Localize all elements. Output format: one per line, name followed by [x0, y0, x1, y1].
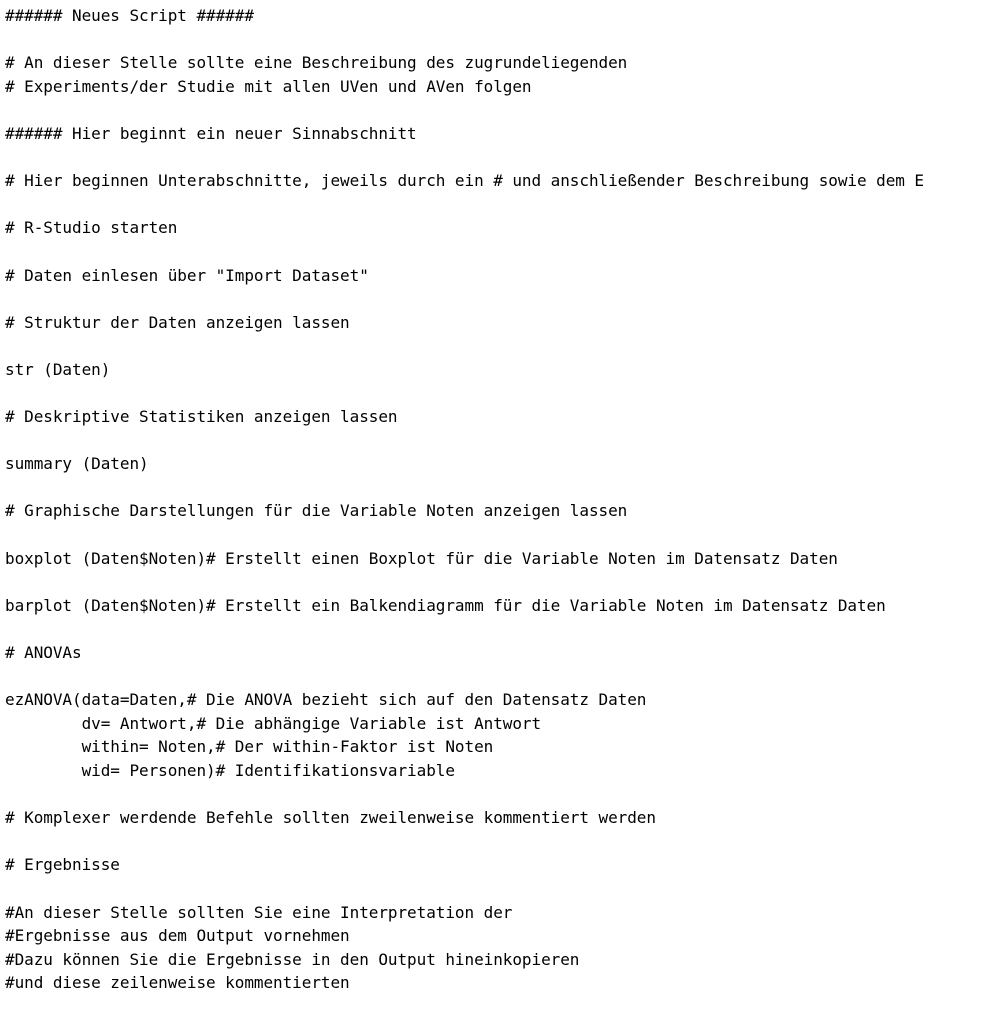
code-line[interactable]: within= Noten,# Der within-Faktor ist No…: [5, 735, 1003, 759]
code-line[interactable]: boxplot (Daten$Noten)# Erstellt einen Bo…: [5, 547, 1003, 571]
code-line[interactable]: # R-Studio starten: [5, 216, 1003, 240]
code-line[interactable]: summary (Daten): [5, 452, 1003, 476]
code-line[interactable]: barplot (Daten$Noten)# Erstellt ein Balk…: [5, 594, 1003, 618]
code-line[interactable]: ###### Neues Script ######: [5, 4, 1003, 28]
code-line[interactable]: #Ergebnisse aus dem Output vornehmen: [5, 924, 1003, 948]
code-line[interactable]: [5, 193, 1003, 217]
code-line[interactable]: [5, 98, 1003, 122]
code-line[interactable]: [5, 617, 1003, 641]
code-line[interactable]: #An dieser Stelle sollten Sie eine Inter…: [5, 901, 1003, 925]
code-line[interactable]: # Struktur der Daten anzeigen lassen: [5, 311, 1003, 335]
code-line[interactable]: [5, 287, 1003, 311]
code-line[interactable]: [5, 877, 1003, 901]
code-line[interactable]: wid= Personen)# Identifikationsvariable: [5, 759, 1003, 783]
code-line[interactable]: dv= Antwort,# Die abhängige Variable ist…: [5, 712, 1003, 736]
code-line[interactable]: [5, 429, 1003, 453]
code-line[interactable]: # Graphische Darstellungen für die Varia…: [5, 499, 1003, 523]
code-line[interactable]: [5, 240, 1003, 264]
code-line[interactable]: # Hier beginnen Unterabschnitte, jeweils…: [5, 169, 1003, 193]
code-line[interactable]: # Komplexer werdende Befehle sollten zwe…: [5, 806, 1003, 830]
code-line[interactable]: [5, 783, 1003, 807]
code-line[interactable]: [5, 28, 1003, 52]
code-line[interactable]: [5, 830, 1003, 854]
code-line[interactable]: [5, 382, 1003, 406]
code-line[interactable]: # Daten einlesen über "Import Dataset": [5, 264, 1003, 288]
code-line[interactable]: # Deskriptive Statistiken anzeigen lasse…: [5, 405, 1003, 429]
script-editor[interactable]: ###### Neues Script ###### # An dieser S…: [0, 0, 1003, 1013]
code-line[interactable]: [5, 570, 1003, 594]
code-line[interactable]: ###### Hier beginnt ein neuer Sinnabschn…: [5, 122, 1003, 146]
code-line[interactable]: [5, 523, 1003, 547]
code-line[interactable]: [5, 665, 1003, 689]
code-line[interactable]: # Experiments/der Studie mit allen UVen …: [5, 75, 1003, 99]
code-line[interactable]: # Ergebnisse: [5, 853, 1003, 877]
code-line[interactable]: ezANOVA(data=Daten,# Die ANOVA bezieht s…: [5, 688, 1003, 712]
code-line[interactable]: # ANOVAs: [5, 641, 1003, 665]
code-line[interactable]: #Dazu können Sie die Ergebnisse in den O…: [5, 948, 1003, 972]
code-line[interactable]: [5, 334, 1003, 358]
code-line[interactable]: [5, 476, 1003, 500]
code-line[interactable]: [5, 146, 1003, 170]
code-line[interactable]: # An dieser Stelle sollte eine Beschreib…: [5, 51, 1003, 75]
code-line[interactable]: #und diese zeilenweise kommentierten: [5, 971, 1003, 995]
code-line[interactable]: str (Daten): [5, 358, 1003, 382]
